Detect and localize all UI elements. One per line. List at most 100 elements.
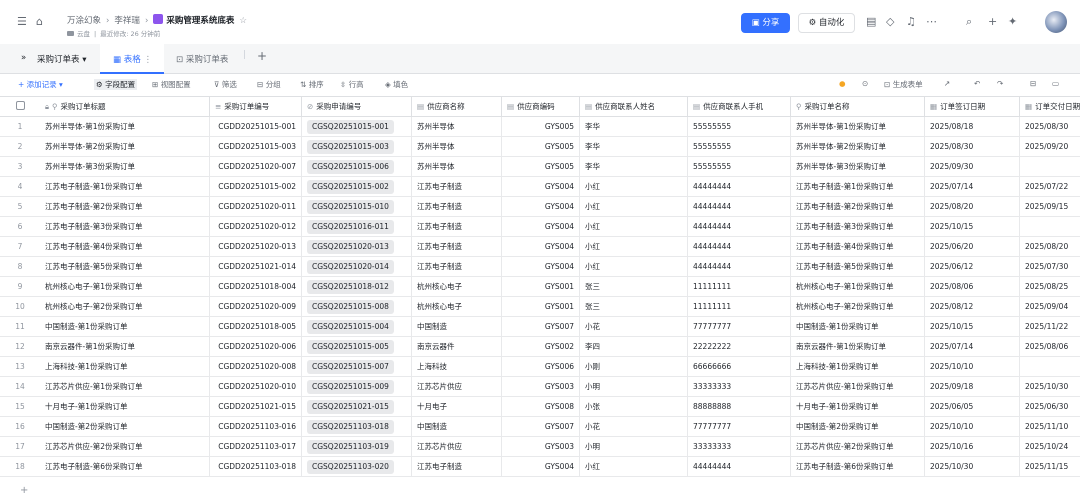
- cell-request-number[interactable]: CGSQ20251016-011: [302, 217, 412, 236]
- cell-request-number[interactable]: CGSQ20251015-010: [302, 197, 412, 216]
- cell-contact-name[interactable]: 李四: [580, 337, 688, 356]
- cell-contact-phone[interactable]: 33333333: [688, 377, 791, 396]
- cell-po-name[interactable]: 江苏芯片供应-第1份采购订单: [791, 377, 925, 396]
- cell-contact-phone[interactable]: 88888888: [688, 397, 791, 416]
- cell-contact-name[interactable]: 李华: [580, 137, 688, 156]
- cell-contact-phone[interactable]: 66666666: [688, 357, 791, 376]
- cell-contact-phone[interactable]: 55555555: [688, 137, 791, 156]
- cell-supplier-name[interactable]: 江苏芯片供应: [412, 377, 502, 396]
- cell-sign-date[interactable]: 2025/06/12: [925, 257, 1020, 276]
- cell-po-name[interactable]: 江苏电子制造-第3份采购订单: [791, 217, 925, 236]
- cell-sign-date[interactable]: 2025/09/18: [925, 377, 1020, 396]
- cell-po-title[interactable]: 杭州核心电子-第2份采购订单: [40, 297, 210, 316]
- cell-supplier-name[interactable]: 中国制造: [412, 317, 502, 336]
- cell-request-number[interactable]: CGSQ20251015-002: [302, 177, 412, 196]
- cell-supplier-code[interactable]: GYS004: [502, 457, 580, 476]
- cell-supplier-code[interactable]: GYS005: [502, 137, 580, 156]
- cell-po-name[interactable]: 江苏芯片供应-第2份采购订单: [791, 437, 925, 456]
- cell-po-name[interactable]: 苏州半导体-第2份采购订单: [791, 137, 925, 156]
- cell-contact-phone[interactable]: 77777777: [688, 417, 791, 436]
- table-row[interactable]: 6 江苏电子制造-第3份采购订单 CGDD20251020-012 CGSQ20…: [0, 217, 1080, 237]
- cell-delivery-date[interactable]: 2025/09/15: [1020, 197, 1080, 216]
- cell-request-number[interactable]: CGSQ20251020-013: [302, 237, 412, 256]
- cell-request-number[interactable]: CGSQ20251015-008: [302, 297, 412, 316]
- cell-supplier-code[interactable]: GYS004: [502, 217, 580, 236]
- table-row[interactable]: 11 中国制造-第1份采购订单 CGDD20251018-005 CGSQ202…: [0, 317, 1080, 337]
- table-row[interactable]: 1 苏州半导体-第1份采购订单 CGDD20251015-001 CGSQ202…: [0, 117, 1080, 137]
- cell-po-name[interactable]: 苏州半导体-第1份采购订单: [791, 117, 925, 136]
- cell-supplier-code[interactable]: GYS001: [502, 277, 580, 296]
- cell-supplier-code[interactable]: GYS002: [502, 337, 580, 356]
- cell-po-number[interactable]: CGDD20251021-015: [210, 397, 302, 416]
- cell-po-name[interactable]: 苏州半导体-第3份采购订单: [791, 157, 925, 176]
- cell-sign-date[interactable]: 2025/06/05: [925, 397, 1020, 416]
- cell-contact-phone[interactable]: 77777777: [688, 317, 791, 336]
- cell-po-title[interactable]: 杭州核心电子-第1份采购订单: [40, 277, 210, 296]
- cell-request-number[interactable]: CGSQ20251015-009: [302, 377, 412, 396]
- sort-button[interactable]: ⇅ 排序: [300, 79, 324, 90]
- cell-contact-phone[interactable]: 44444444: [688, 257, 791, 276]
- cell-po-number[interactable]: CGDD20251018-004: [210, 277, 302, 296]
- cell-po-title[interactable]: 十月电子-第1份采购订单: [40, 397, 210, 416]
- table-row[interactable]: 7 江苏电子制造-第4份采购订单 CGDD20251020-013 CGSQ20…: [0, 237, 1080, 257]
- home-icon[interactable]: ⌂: [36, 15, 43, 29]
- cell-contact-phone[interactable]: 55555555: [688, 157, 791, 176]
- cell-sign-date[interactable]: 2025/07/14: [925, 177, 1020, 196]
- cell-delivery-date[interactable]: [1020, 357, 1080, 376]
- sidebar-toggle-icon[interactable]: ☰: [17, 15, 27, 29]
- cell-contact-name[interactable]: 小红: [580, 177, 688, 196]
- cell-po-title[interactable]: 江苏芯片供应-第2份采购订单: [40, 437, 210, 456]
- cell-delivery-date[interactable]: 2025/07/30: [1020, 257, 1080, 276]
- table-row[interactable]: 18 江苏电子制造-第6份采购订单 CGDD20251103-018 CGSQ2…: [0, 457, 1080, 477]
- column-header[interactable]: 🔒︎ ⚲ 采购订单标题: [40, 97, 210, 117]
- table-row[interactable]: 10 杭州核心电子-第2份采购订单 CGDD20251020-009 CGSQ2…: [0, 297, 1080, 317]
- cell-delivery-date[interactable]: 2025/10/24: [1020, 437, 1080, 456]
- share-view-icon[interactable]: ↗: [944, 79, 950, 88]
- column-header[interactable]: ▤ 供应商名称: [412, 97, 502, 117]
- group-button[interactable]: ⊟ 分组: [257, 79, 281, 90]
- cell-supplier-name[interactable]: 江苏芯片供应: [412, 437, 502, 456]
- cell-sign-date[interactable]: 2025/10/10: [925, 357, 1020, 376]
- cell-sign-date[interactable]: 2025/07/14: [925, 337, 1020, 356]
- cell-sign-date[interactable]: 2025/10/10: [925, 417, 1020, 436]
- cell-delivery-date[interactable]: 2025/11/15: [1020, 457, 1080, 476]
- table-row[interactable]: 12 南京云器件-第1份采购订单 CGDD20251020-006 CGSQ20…: [0, 337, 1080, 357]
- cell-supplier-name[interactable]: 苏州半导体: [412, 137, 502, 156]
- document-icon[interactable]: ▤: [866, 15, 876, 28]
- cell-supplier-name[interactable]: 江苏电子制造: [412, 257, 502, 276]
- cell-request-number[interactable]: CGSQ20251103-018: [302, 417, 412, 436]
- cell-po-number[interactable]: CGDD20251103-018: [210, 457, 302, 476]
- cell-po-number[interactable]: CGDD20251020-006: [210, 337, 302, 356]
- cell-supplier-code[interactable]: GYS003: [502, 377, 580, 396]
- breadcrumb-owner[interactable]: 李祥瑞: [114, 16, 140, 26]
- cell-supplier-code[interactable]: GYS006: [502, 357, 580, 376]
- cell-delivery-date[interactable]: 2025/09/04: [1020, 297, 1080, 316]
- more-icon[interactable]: ⋯: [926, 15, 937, 28]
- cell-sign-date[interactable]: 2025/10/15: [925, 217, 1020, 236]
- column-header[interactable]: ≡ 采购订单编号: [210, 97, 302, 117]
- cell-supplier-name[interactable]: 江苏电子制造: [412, 217, 502, 236]
- table-row[interactable]: 8 江苏电子制造-第5份采购订单 CGDD20251021-014 CGSQ20…: [0, 257, 1080, 277]
- cell-po-number[interactable]: CGDD20251015-003: [210, 137, 302, 156]
- column-header[interactable]: ⚲ 采购订单名称: [791, 97, 925, 117]
- cell-contact-name[interactable]: 小红: [580, 197, 688, 216]
- cell-po-name[interactable]: 南京云器件-第1份采购订单: [791, 337, 925, 356]
- cell-supplier-code[interactable]: GYS007: [502, 417, 580, 436]
- cell-contact-phone[interactable]: 11111111: [688, 277, 791, 296]
- cell-contact-name[interactable]: 小红: [580, 217, 688, 236]
- cell-supplier-name[interactable]: 江苏电子制造: [412, 237, 502, 256]
- cell-po-title[interactable]: 南京云器件-第1份采购订单: [40, 337, 210, 356]
- cell-po-number[interactable]: CGDD20251020-007: [210, 157, 302, 176]
- add-record-button[interactable]: + 添加记录 ▾: [18, 79, 63, 90]
- column-header[interactable]: ⊘ 采购申请编号: [302, 97, 412, 117]
- table-row[interactable]: 16 中国制造-第2份采购订单 CGDD20251103-016 CGSQ202…: [0, 417, 1080, 437]
- cell-contact-phone[interactable]: 55555555: [688, 117, 791, 136]
- row-height-button[interactable]: ⇳ 行高: [340, 79, 364, 90]
- cell-po-number[interactable]: CGDD20251015-002: [210, 177, 302, 196]
- cell-contact-name[interactable]: 张三: [580, 297, 688, 316]
- cell-po-number[interactable]: CGDD20251021-014: [210, 257, 302, 276]
- cell-po-name[interactable]: 十月电子-第1份采购订单: [791, 397, 925, 416]
- cell-delivery-date[interactable]: 2025/08/20: [1020, 237, 1080, 256]
- table-row[interactable]: 15 十月电子-第1份采购订单 CGDD20251021-015 CGSQ202…: [0, 397, 1080, 417]
- cell-supplier-code[interactable]: GYS003: [502, 437, 580, 456]
